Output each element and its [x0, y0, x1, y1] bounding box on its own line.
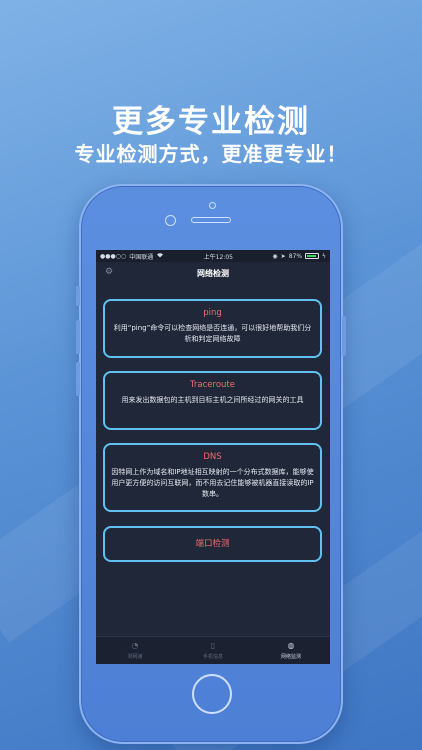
- volume-down-button: [76, 362, 80, 396]
- status-time: 上午12:05: [203, 253, 233, 261]
- card-ping[interactable]: ping 利用“ping”命令可以检查网络是否连通，可以很好地帮助我们分析和判定…: [103, 299, 322, 358]
- proximity-sensor: [165, 215, 176, 226]
- tab-label: 网络监测: [280, 654, 301, 660]
- battery-icon: [305, 253, 320, 259]
- globe-icon: ◍: [287, 641, 295, 650]
- card-dns[interactable]: DNS 因特网上作为域名和IP地址相互映射的一个分布式数据库，能够使用户更方便的…: [103, 443, 322, 512]
- tab-label: 测网速: [127, 654, 143, 660]
- tab-phone-info[interactable]: ▯ 手机信息: [174, 637, 252, 664]
- card-port-check[interactable]: 端口检测: [103, 526, 322, 562]
- promo-subline: 专业检测方式，更准更专业！: [74, 142, 348, 166]
- battery-percent: 87%: [288, 252, 303, 260]
- card-traceroute[interactable]: Traceroute 用来发出数据包的主机到目标主机之间所经过的网关的工具: [103, 371, 322, 430]
- front-camera: [209, 202, 216, 209]
- charging-icon: ϟ: [322, 252, 326, 260]
- speed-icon: ◔: [131, 641, 139, 650]
- app-screen: ●●●○○ 中国联通 上午12:05 ◉ ➤ 87% ϟ ⚙ 网络检测 ping…: [96, 250, 330, 664]
- card-title: ping: [203, 308, 222, 318]
- power-button: [342, 316, 346, 356]
- phone-frame: ●●●○○ 中国联通 上午12:05 ◉ ➤ 87% ϟ ⚙ 网络检测 ping…: [76, 184, 346, 744]
- tab-network-monitor[interactable]: ◍ 网络监测: [252, 637, 330, 664]
- earpiece-speaker: [191, 217, 231, 223]
- card-title: 端口检测: [195, 539, 230, 549]
- carrier-label: 中国联通: [129, 253, 154, 261]
- location-icon: ➤: [280, 252, 286, 260]
- status-bar: ●●●○○ 中国联通 上午12:05 ◉ ➤ 87% ϟ: [96, 250, 330, 262]
- signal-indicator: ●●●○○: [100, 252, 127, 260]
- volume-up-button: [76, 320, 80, 354]
- nav-bar: ⚙ 网络检测: [96, 262, 330, 284]
- home-button[interactable]: [192, 674, 232, 714]
- lock-rotation-icon: ◉: [272, 252, 278, 260]
- card-description: 用来发出数据包的主机到目标主机之间所经过的网关的工具: [121, 396, 304, 404]
- card-description: 利用“ping”命令可以检查网络是否连通，可以很好地帮助我们分析和判定网络故障: [113, 324, 312, 343]
- wifi-icon: [156, 252, 164, 260]
- tab-bar: ◔ 测网速 ▯ 手机信息 ◍ 网络监测: [96, 636, 330, 664]
- tab-label: 手机信息: [202, 654, 223, 660]
- card-description: 因特网上作为域名和IP地址相互映射的一个分布式数据库，能够使用户更方便的访问互联…: [111, 468, 314, 498]
- page-title: 网络检测: [197, 268, 229, 278]
- card-title: Traceroute: [189, 380, 235, 390]
- phone-icon: ▯: [210, 641, 216, 650]
- gear-icon[interactable]: ⚙: [105, 268, 114, 277]
- mute-switch: [76, 286, 80, 306]
- card-title: DNS: [203, 452, 222, 462]
- tab-speed-test[interactable]: ◔ 测网速: [96, 637, 174, 664]
- promo-headline: 更多专业检测: [112, 104, 310, 140]
